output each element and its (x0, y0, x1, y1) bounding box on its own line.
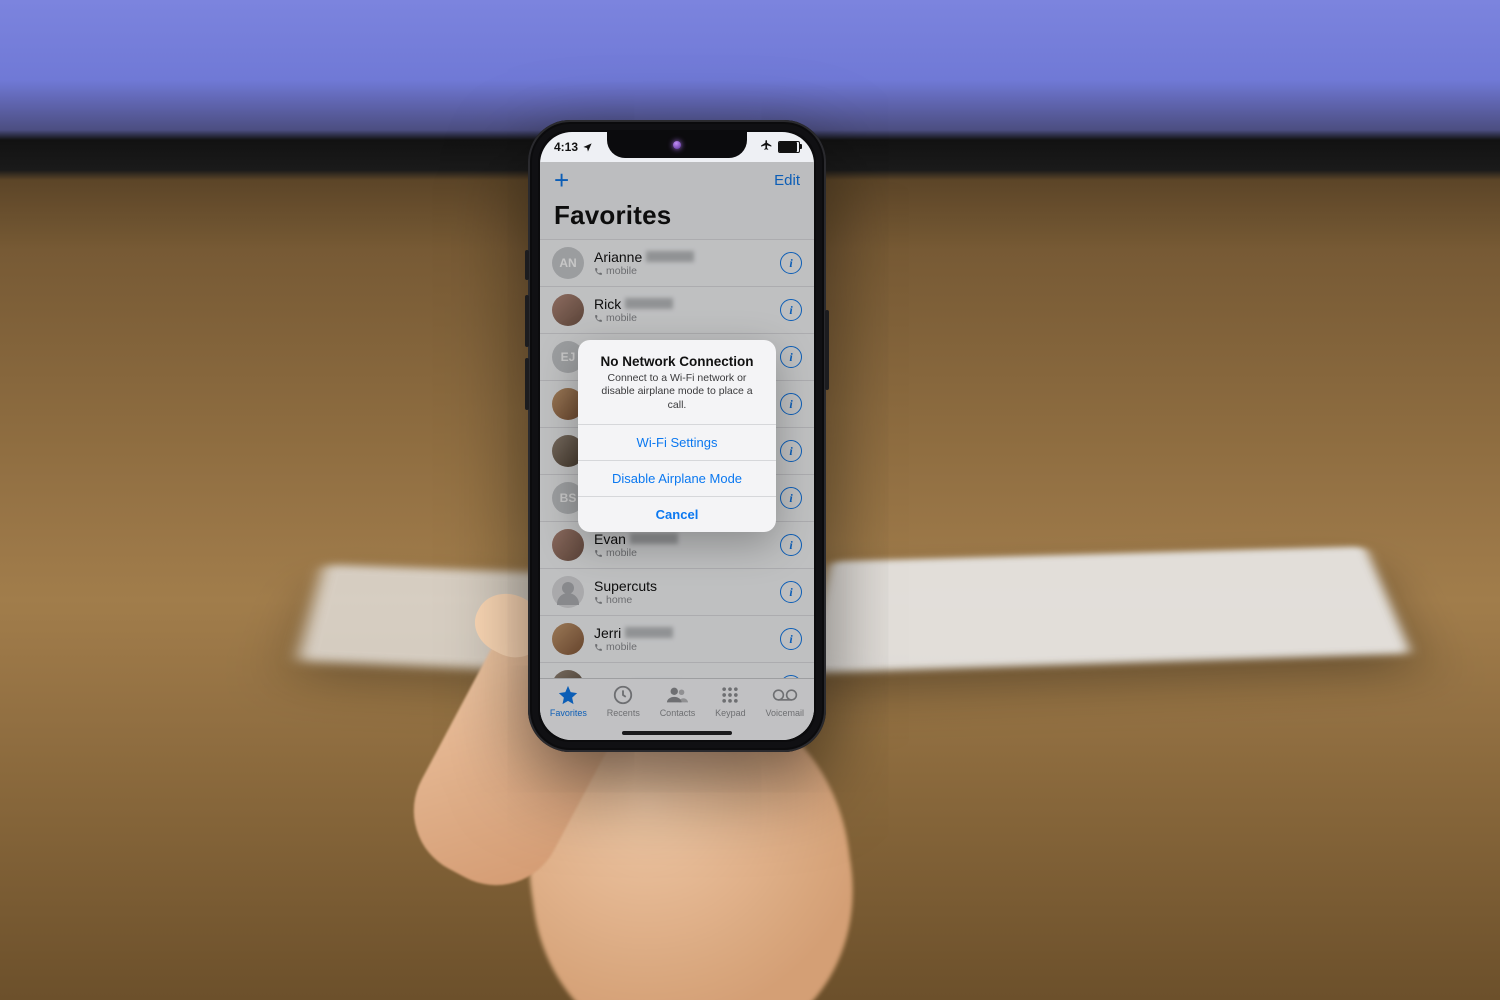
home-indicator[interactable] (622, 731, 732, 735)
photo-background: 4:13 + Edit Favorites (0, 0, 1500, 1000)
alert-message: Connect to a Wi-Fi network or disable ai… (592, 372, 762, 413)
volume-down-button (525, 358, 529, 410)
mute-switch (525, 250, 529, 280)
iphone-device: 4:13 + Edit Favorites (528, 120, 826, 752)
display-notch (607, 132, 747, 158)
earpiece-light (673, 141, 681, 149)
volume-up-button (525, 295, 529, 347)
alert-title: No Network Connection (592, 354, 762, 369)
cancel-button[interactable]: Cancel (578, 496, 776, 532)
side-button (825, 310, 829, 390)
disable-airplane-mode-button[interactable]: Disable Airplane Mode (578, 460, 776, 496)
phone-screen: 4:13 + Edit Favorites (540, 132, 814, 740)
alert-dialog: No Network Connection Connect to a Wi-Fi… (578, 340, 776, 533)
alert-backdrop: No Network Connection Connect to a Wi-Fi… (540, 132, 814, 740)
background-keyboard (803, 546, 1412, 673)
wifi-settings-button[interactable]: Wi-Fi Settings (578, 424, 776, 460)
